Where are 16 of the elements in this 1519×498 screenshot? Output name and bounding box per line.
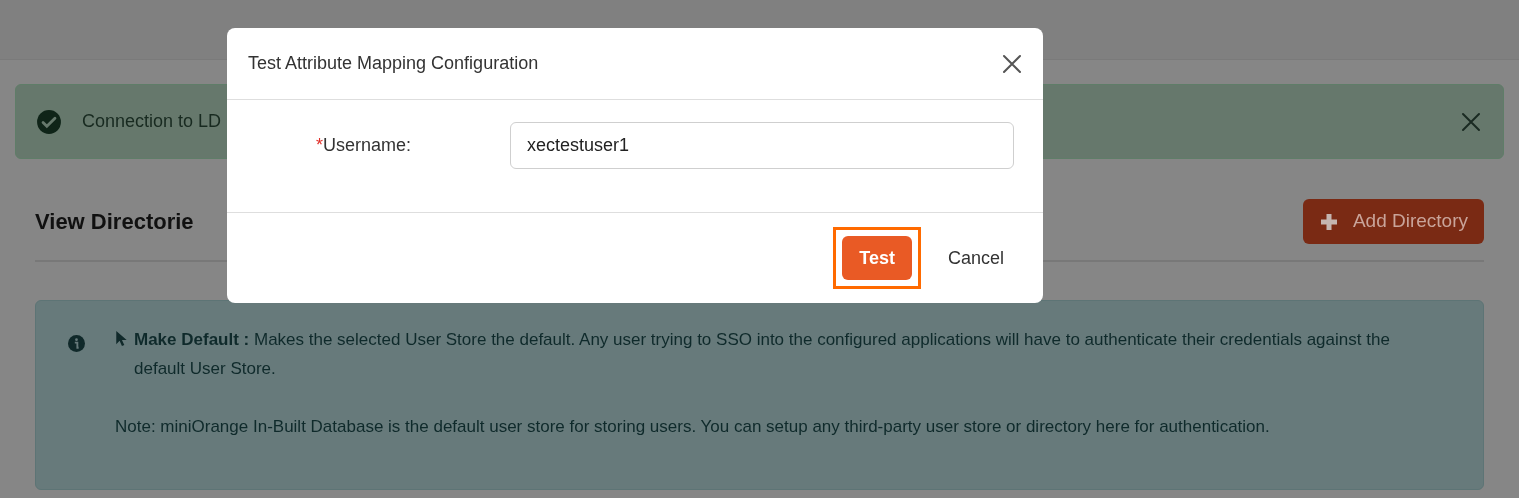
close-icon[interactable] [1461, 111, 1481, 132]
add-directory-button[interactable]: Add Directory [1302, 199, 1484, 244]
info-icon [68, 335, 85, 352]
info-text: Note: miniOrange In-Built Database is the default user store for storing users. You can setup any third-party user store or directory here for authentication. [115, 416, 1270, 438]
field-label: *Username: [316, 134, 412, 157]
info-text: Make Default : Makes the selected User Store the default. Any user trying to SSO into the configured applications will have to authenticate their credentials against the default User Store. [134, 329, 1391, 380]
plus-icon [1318, 211, 1339, 232]
test-button[interactable]: Test [842, 236, 912, 280]
alert-message: Connection to LD [82, 110, 222, 133]
cursor-icon [115, 330, 127, 347]
dialog-title: Test Attribute Mapping Configuration [248, 52, 539, 75]
check-circle-icon [36, 108, 62, 135]
cancel-button[interactable]: Cancel [939, 236, 1012, 280]
section-title: View Directorie [35, 208, 194, 236]
username-field[interactable]: xectestuser1 [510, 122, 1015, 169]
close-icon[interactable] [1002, 53, 1022, 74]
